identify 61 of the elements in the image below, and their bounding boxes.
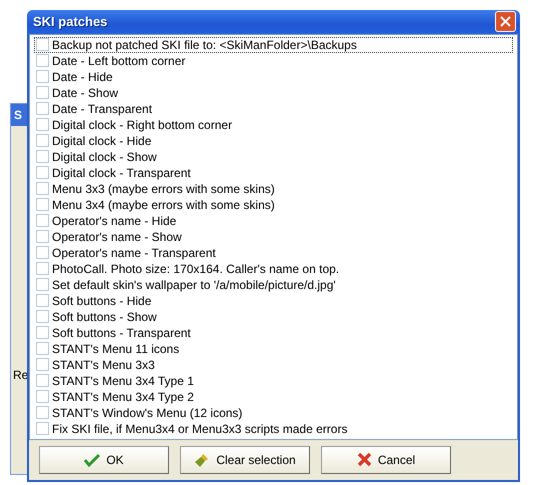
ok-button[interactable]: OK (39, 446, 169, 474)
checkbox[interactable] (36, 374, 49, 388)
checkbox-label[interactable]: Soft buttons - Hide (52, 294, 152, 308)
checkbox-label[interactable]: STANT's Menu 3x3 (52, 358, 155, 372)
checkbox[interactable] (36, 326, 49, 340)
checkbox-label[interactable]: STANT's Window's Menu (12 icons) (52, 406, 242, 420)
status-text: Re (13, 368, 28, 382)
checkbox-label[interactable]: Operator's name - Hide (52, 214, 176, 228)
checkbox[interactable] (36, 70, 49, 84)
checkbox[interactable] (36, 262, 49, 276)
checkbox-label[interactable]: Date - Transparent (52, 102, 152, 116)
checkbox-label[interactable]: Operator's name - Transparent (52, 246, 216, 260)
checkbox[interactable] (36, 38, 49, 52)
checkbox[interactable] (36, 166, 49, 180)
checkbox[interactable] (36, 198, 49, 212)
checkbox-label[interactable]: Soft buttons - Show (52, 310, 157, 324)
cancel-button[interactable]: Cancel (321, 446, 451, 474)
brush-icon (194, 452, 210, 468)
checkbox[interactable] (36, 390, 49, 404)
window-title: S (14, 108, 22, 122)
checkbox[interactable] (36, 182, 49, 196)
checkbox[interactable] (36, 134, 49, 148)
checkbox-label[interactable]: Menu 3x4 (maybe errors with some skins) (52, 198, 275, 212)
checkbox-label[interactable]: Digital clock - Show (52, 150, 157, 164)
checkbox-label[interactable]: Backup not patched SKI file to: <SkiManFolder>\Backups (52, 38, 357, 52)
checkbox[interactable] (36, 310, 49, 324)
checkbox-label[interactable]: Digital clock - Transparent (52, 166, 191, 180)
checkbox-label[interactable]: Fix SKI file, if Menu3x4 or Menu3x3 scripts made errors (52, 422, 348, 436)
checkbox-label[interactable]: Date - Hide (52, 70, 113, 84)
checkbox[interactable] (36, 54, 49, 68)
checkbox[interactable] (36, 86, 49, 100)
checkbox[interactable] (36, 230, 49, 244)
checkbox[interactable] (36, 358, 49, 372)
close-icon (500, 16, 511, 28)
checkbox-label[interactable]: Menu 3x3 (maybe errors with some skins) (52, 182, 275, 196)
checkbox[interactable] (36, 102, 49, 116)
checkbox[interactable] (36, 150, 49, 164)
checkbox-label[interactable]: Digital clock - Right bottom corner (52, 118, 232, 132)
checkbox-label[interactable]: STANT's Menu 3x4 Type 1 (52, 374, 194, 388)
checkbox-label[interactable]: STANT's Menu 11 icons (52, 342, 180, 356)
clear-button[interactable]: Clear selection (180, 446, 310, 474)
checkbox-label[interactable]: STANT's Menu 3x4 Type 2 (52, 390, 194, 404)
checkbox-label[interactable]: PhotoCall. Photo size: 170x164. Caller's name on top. (52, 262, 340, 276)
checkbox[interactable] (36, 406, 49, 420)
checkbox[interactable] (36, 214, 49, 228)
checkbox[interactable] (36, 294, 49, 308)
checkbox[interactable] (36, 422, 49, 436)
checkbox-label[interactable]: Date - Left bottom corner (52, 54, 186, 68)
checkbox-label[interactable]: Set default skin's wallpaper to '/a/mobile/picture/d.jpg' (52, 278, 336, 292)
check-icon (84, 452, 100, 467)
checkbox[interactable] (36, 278, 49, 292)
checkbox-label[interactable]: Soft buttons - Transparent (52, 326, 191, 340)
checkbox[interactable] (36, 342, 49, 356)
window-title: SKI patches (33, 14, 108, 30)
checkbox-label[interactable]: Operator's name - Show (52, 230, 182, 244)
checkbox-label[interactable]: Digital clock - Hide (52, 134, 152, 148)
checkbox[interactable] (36, 118, 49, 132)
cross-icon (356, 452, 372, 468)
checkbox[interactable] (36, 246, 49, 260)
close-button[interactable] (495, 11, 516, 32)
checkbox-label[interactable]: Date - Show (52, 86, 118, 100)
